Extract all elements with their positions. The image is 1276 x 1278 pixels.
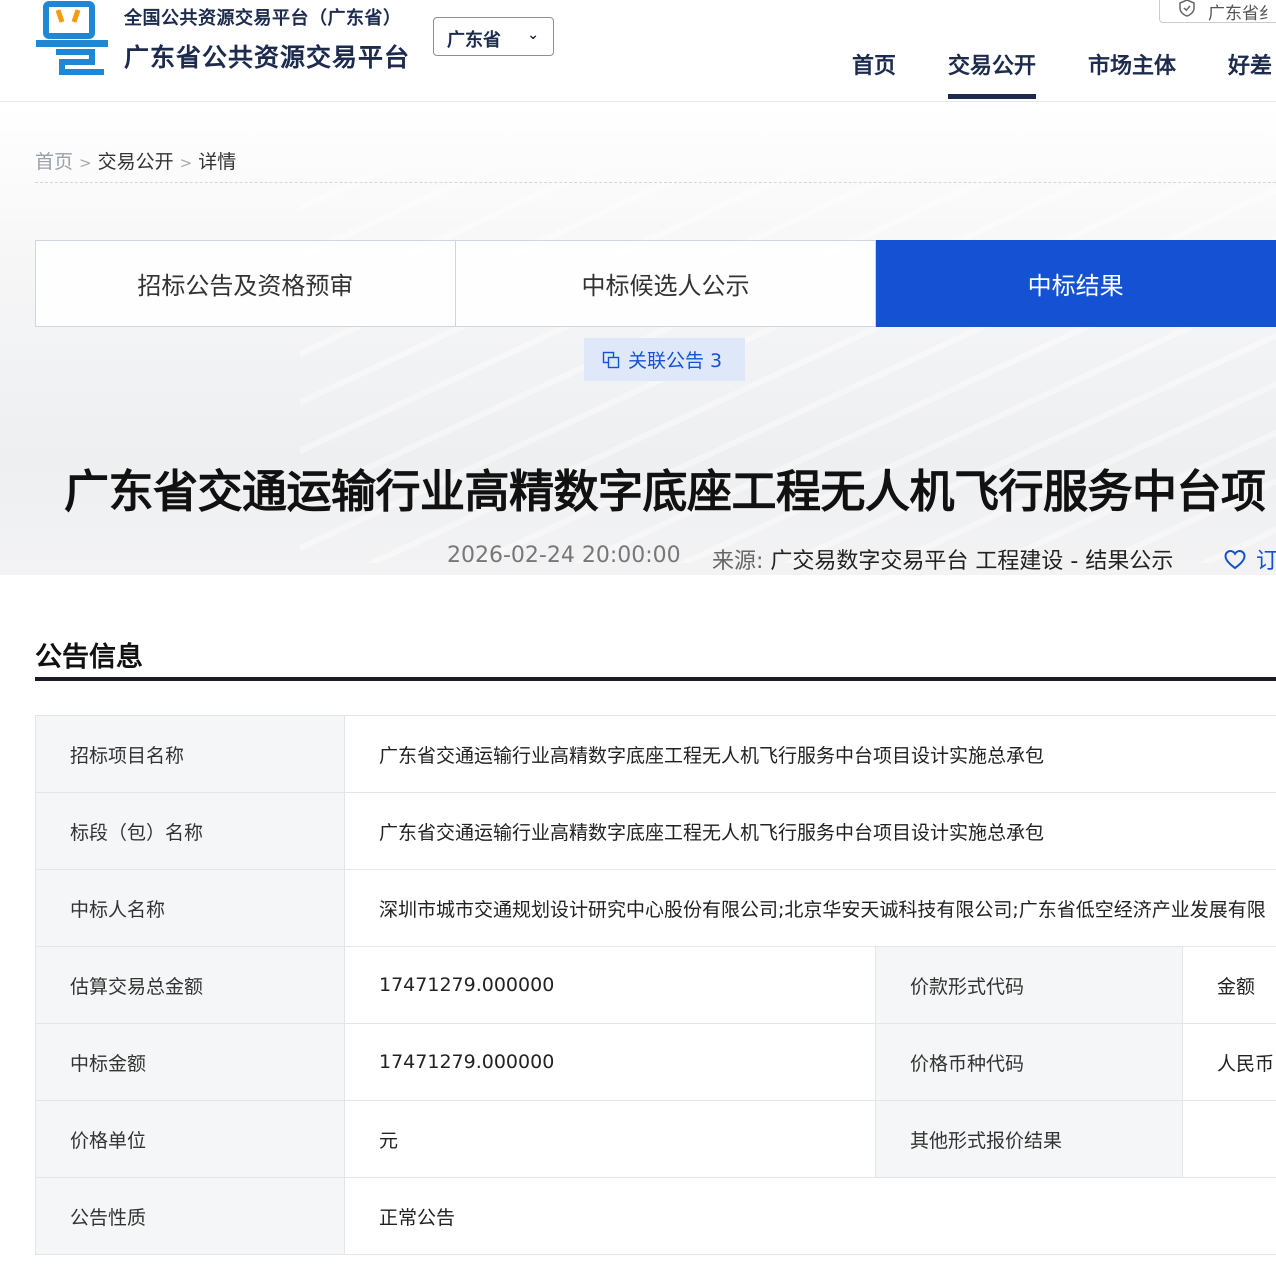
project-name-value: 广东省交通运输行业高精数字底座工程无人机飞行服务中台项目设计实施总承包 <box>343 715 1276 793</box>
related-notices-button[interactable]: 关联公告 3 <box>584 338 745 381</box>
price-form-code-value: 金额 <box>1181 946 1276 1024</box>
breadcrumb-divider <box>35 182 1276 183</box>
field-label: 价格币种代码 <box>875 1023 1183 1101</box>
chevron-right-icon: > <box>179 154 193 172</box>
subscribe-label: 订 <box>1256 549 1276 574</box>
nav-home[interactable]: 首页 <box>852 48 896 80</box>
table-row: 中标金额 17471279.000000 价格币种代码 人民币 <box>35 1023 1276 1101</box>
chevron-down-icon: ⌄ <box>527 27 539 43</box>
platform-name-province: 广东省公共资源交易平台 <box>124 43 411 72</box>
account-badge-label: 广东省纟 <box>1208 4 1276 24</box>
field-label: 标段（包）名称 <box>35 792 345 870</box>
source-value: 广交易数字交易平台 工程建设 - 结果公示 <box>770 549 1174 574</box>
table-row: 估算交易总金额 17471279.000000 价款形式代码 金额 <box>35 946 1276 1024</box>
region-select-value: 广东省 <box>447 30 501 51</box>
section-name-value: 广东省交通运输行业高精数字底座工程无人机飞行服务中台项目设计实施总承包 <box>343 792 1276 870</box>
section-title: 公告信息 <box>35 642 143 673</box>
breadcrumb-trade-public[interactable]: 交易公开 <box>98 151 174 173</box>
account-badge[interactable]: 广东省纟 <box>1159 0 1276 24</box>
table-row: 招标项目名称 广东省交通运输行业高精数字底座工程无人机飞行服务中台项目设计实施总… <box>35 715 1276 793</box>
estimated-total-value: 17471279.000000 <box>344 946 876 1024</box>
copy-icon <box>602 351 620 368</box>
field-label: 中标金额 <box>35 1023 345 1101</box>
breadcrumb: 首页 > 交易公开 > 详情 <box>35 147 236 174</box>
platform-name-national: 全国公共资源交易平台（广东省） <box>124 8 402 29</box>
nav-market-entity[interactable]: 市场主体 <box>1088 48 1176 80</box>
tab-tender-notice[interactable]: 招标公告及资格预审 <box>35 240 456 327</box>
breadcrumb-home[interactable]: 首页 <box>35 151 73 173</box>
notice-info-table: 招标项目名称 广东省交通运输行业高精数字底座工程无人机飞行服务中台项目设计实施总… <box>35 715 1276 1255</box>
nav-rating[interactable]: 好差 <box>1228 48 1272 80</box>
table-row: 中标人名称 深圳市城市交通规划设计研究中心股份有限公司;北京华安天诚科技有限公司… <box>35 869 1276 947</box>
tab-candidate-publicity[interactable]: 中标候选人公示 <box>455 240 877 327</box>
winning-amount-value: 17471279.000000 <box>344 1023 876 1101</box>
nav-trade-public[interactable]: 交易公开 <box>948 48 1037 99</box>
field-label: 公告性质 <box>35 1177 345 1255</box>
field-label: 其他形式报价结果 <box>875 1100 1183 1178</box>
related-notices-label: 关联公告 3 <box>628 350 723 372</box>
table-row: 价格单位 元 其他形式报价结果 <box>35 1100 1276 1178</box>
field-label: 价格单位 <box>35 1100 345 1178</box>
source-info: 来源: 广交易数字交易平台 工程建设 - 结果公示 <box>712 543 1173 575</box>
breadcrumb-current: 详情 <box>198 151 237 173</box>
winner-value: 深圳市城市交通规划设计研究中心股份有限公司;北京华安天诚科技有限公司;广东省低空… <box>343 869 1276 947</box>
platform-logo-icon[interactable] <box>34 0 110 76</box>
shield-icon <box>1179 0 1195 17</box>
field-label: 价款形式代码 <box>875 946 1183 1024</box>
other-quote-value <box>1181 1100 1276 1178</box>
currency-code-value: 人民币 <box>1181 1023 1276 1101</box>
tab-award-result[interactable]: 中标结果 <box>876 240 1276 327</box>
notice-nature-value: 正常公告 <box>343 1177 1276 1255</box>
table-row: 公告性质 正常公告 <box>35 1177 1276 1255</box>
site-header: 全国公共资源交易平台（广东省） 广东省公共资源交易平台 广东省 ⌄ 广东省纟 首… <box>0 0 1276 102</box>
region-select[interactable]: 广东省 ⌄ <box>433 17 554 56</box>
page-title: 广东省交通运输行业高精数字底座工程无人机飞行服务中台项 <box>64 465 1266 518</box>
field-label: 招标项目名称 <box>35 715 345 793</box>
field-label: 中标人名称 <box>35 869 345 947</box>
heart-icon <box>1224 549 1246 570</box>
price-unit-value: 元 <box>344 1100 876 1178</box>
section-divider <box>35 677 1276 681</box>
publish-date: 2026-02-24 20:00:00 <box>447 543 681 568</box>
platform-name[interactable]: 全国公共资源交易平台（广东省） 广东省公共资源交易平台 <box>124 4 410 74</box>
chevron-right-icon: > <box>79 154 92 172</box>
table-row: 标段（包）名称 广东省交通运输行业高精数字底座工程无人机飞行服务中台项目设计实施… <box>35 792 1276 870</box>
field-label: 估算交易总金额 <box>35 946 345 1024</box>
stage-tabs: 招标公告及资格预审 中标候选人公示 中标结果 <box>35 240 1276 327</box>
subscribe-button[interactable]: 订 <box>1224 543 1276 575</box>
source-label: 来源: <box>712 549 764 574</box>
